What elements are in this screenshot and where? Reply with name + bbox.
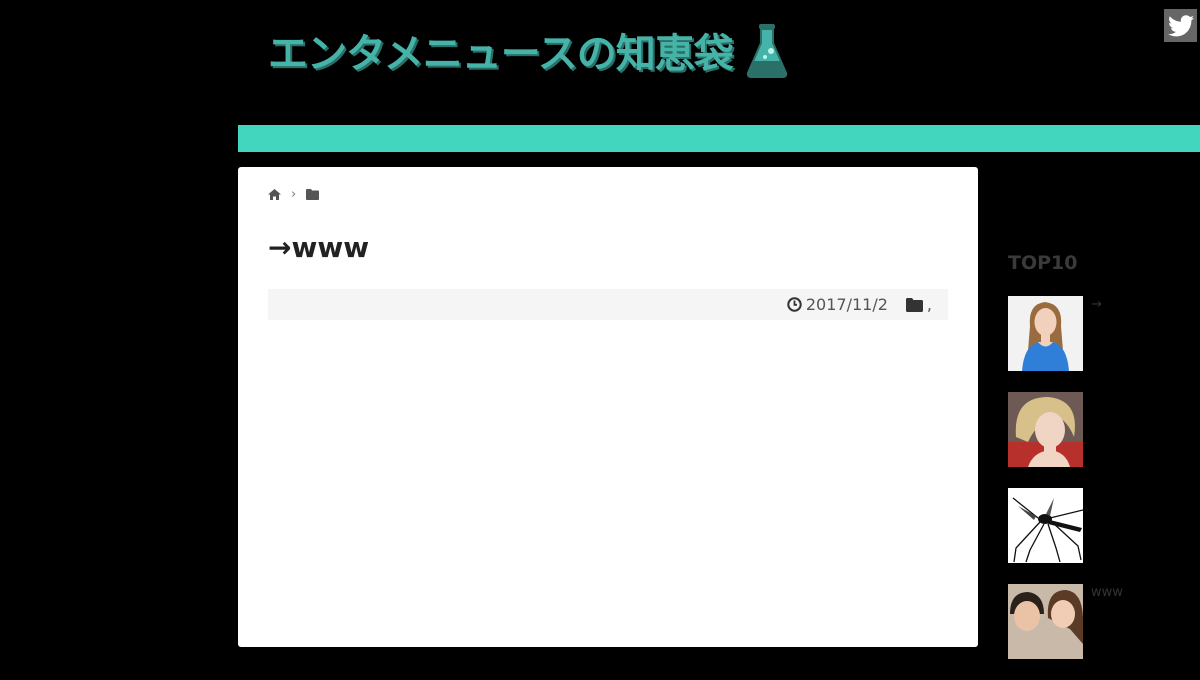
breadcrumb-separator: › <box>291 187 297 202</box>
site-logo[interactable]: エンタメニュースの知恵袋 <box>268 18 791 82</box>
ranking-item-title[interactable]: www <box>1091 584 1123 659</box>
woman-blue-top-thumbnail[interactable] <box>1008 296 1083 371</box>
couple-thumbnail[interactable] <box>1008 584 1083 659</box>
folder-icon <box>905 297 923 312</box>
flask-icon <box>746 24 787 78</box>
post-meta: 2017/11/2 , <box>268 289 948 320</box>
global-nav-bar <box>238 125 1200 152</box>
site-title[interactable]: エンタメニュースの知恵袋 <box>268 21 734 79</box>
post-categories: , <box>905 295 932 314</box>
list-item[interactable] <box>1008 488 1198 563</box>
list-item[interactable] <box>1008 392 1198 467</box>
mosquito-thumbnail[interactable] <box>1008 488 1083 563</box>
post-date-text: 2017/11/2 <box>805 295 888 314</box>
post-categories-text[interactable]: , <box>927 295 932 314</box>
list-item[interactable]: → <box>1008 296 1198 371</box>
twitter-icon <box>1167 14 1194 36</box>
twitter-button[interactable] <box>1164 9 1197 42</box>
breadcrumb: › <box>268 187 320 202</box>
article-card: › →www 2017/11/2 , <box>238 167 978 647</box>
sidebar-title: TOP10 <box>1008 252 1078 274</box>
ranking-item-title[interactable]: → <box>1091 296 1102 371</box>
ranking-list: → www <box>1008 296 1198 680</box>
home-icon[interactable] <box>268 189 281 200</box>
blonde-woman-thumbnail[interactable] <box>1008 392 1083 467</box>
post-date: 2017/11/2 <box>787 295 888 314</box>
list-item[interactable]: www <box>1008 584 1198 659</box>
post-title: →www <box>268 231 370 264</box>
clock-icon <box>787 297 802 312</box>
folder-icon[interactable] <box>306 189 320 200</box>
